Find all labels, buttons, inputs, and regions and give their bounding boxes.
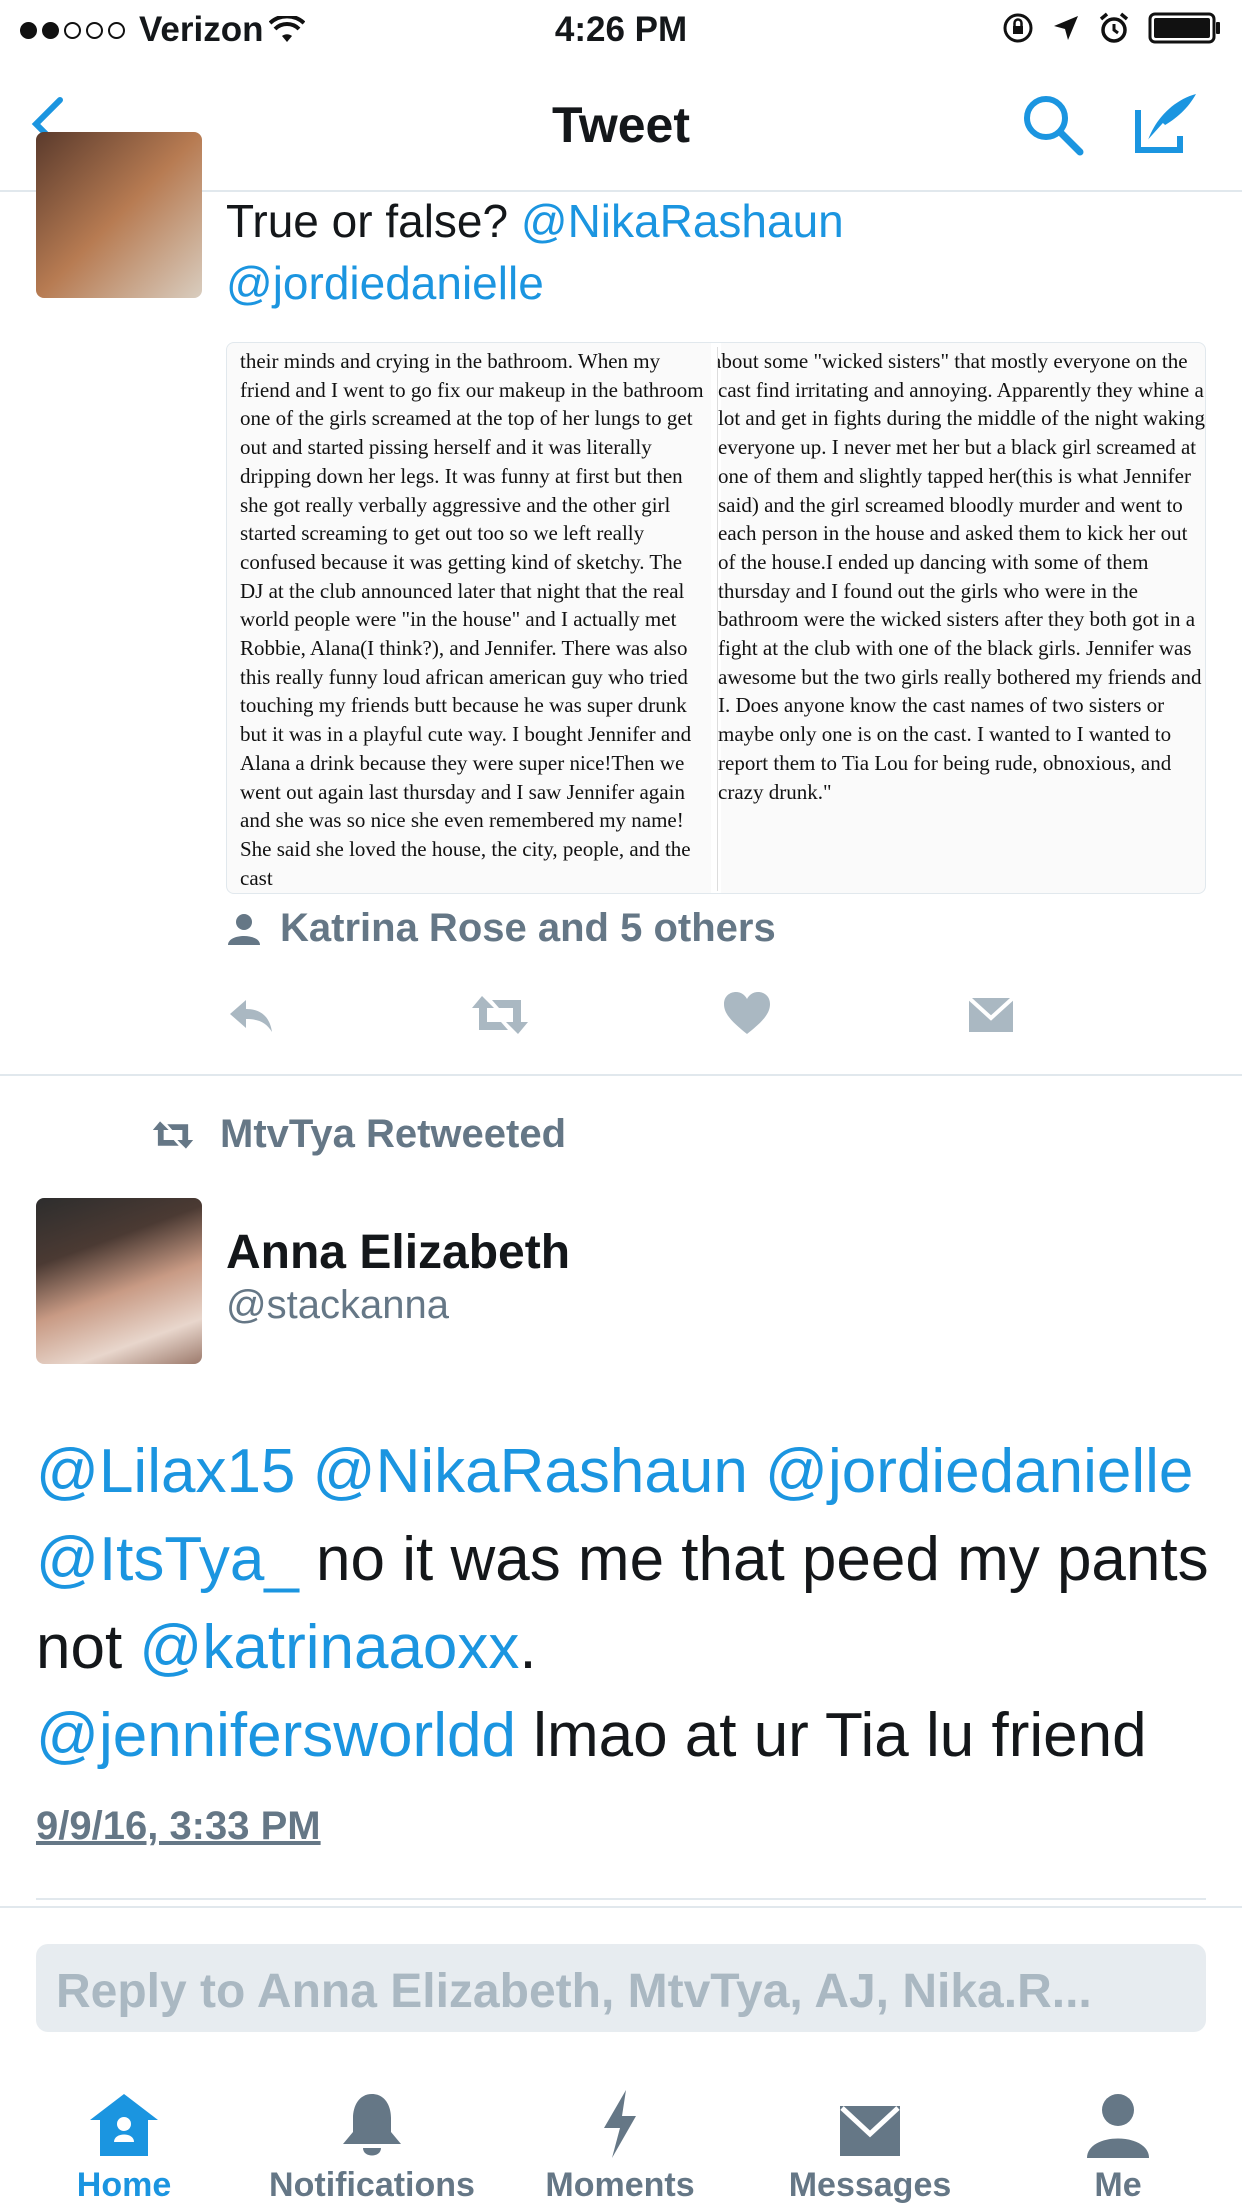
compose-button[interactable] — [1130, 88, 1200, 163]
avatar[interactable] — [36, 1198, 202, 1364]
mention-link[interactable]: @jordiedanielle — [226, 257, 544, 309]
divider — [0, 1906, 1242, 1908]
mention-link[interactable]: @Lilax15 — [36, 1437, 295, 1506]
search-icon — [1024, 96, 1084, 156]
tab-label: Home — [76, 2166, 172, 2204]
heart-icon — [724, 992, 770, 1034]
battery-icon — [1148, 12, 1220, 44]
author-name[interactable]: Anna Elizabeth — [226, 1225, 570, 1280]
tab-bar: Home Notifications Moments Messages Me — [0, 2062, 1242, 2208]
retweeted-label: MtvTya Retweeted — [220, 1112, 567, 1156]
image-text-right: about some "wicked sisters" that mostly … — [717, 347, 1205, 891]
author-handle[interactable]: @stackanna — [226, 1283, 449, 1328]
mention-link[interactable]: @ItsTya_ — [36, 1525, 299, 1594]
like-button[interactable] — [722, 990, 772, 1045]
tweet-timestamp[interactable]: 9/9/16, 3:33 PM — [36, 1804, 321, 1849]
location-icon — [1054, 16, 1078, 40]
likers-row[interactable]: Katrina Rose and 5 others — [226, 906, 776, 951]
home-icon — [90, 2094, 158, 2156]
mention-link[interactable]: @katrinaaoxx — [139, 1613, 519, 1682]
tweet-text-plain: True or false? — [226, 195, 521, 247]
image-text-left: their minds and crying in the bathroom. … — [240, 349, 704, 890]
alarm-icon — [1099, 12, 1129, 43]
reply-icon — [230, 1000, 272, 1032]
status-icons — [1002, 12, 1222, 44]
tab-label: Moments — [545, 2166, 695, 2204]
retweet-button[interactable] — [470, 990, 530, 1045]
tab-home[interactable]: Home — [4, 2084, 244, 2205]
tweet-actions — [226, 990, 1026, 1050]
likers-text: Katrina Rose and 5 others — [280, 906, 776, 950]
bell-icon — [343, 2094, 401, 2156]
reply-button[interactable] — [226, 990, 276, 1045]
person-icon — [228, 913, 260, 945]
tweet-text: @Lilax15 @NikaRashaun @jordiedanielle @I… — [36, 1428, 1216, 1780]
orientation-lock-icon — [1003, 13, 1033, 43]
search-button[interactable] — [1020, 92, 1086, 163]
retweet-icon — [472, 996, 528, 1034]
tweet-text: True or false? @NikaRashaun @jordiedanie… — [226, 190, 1206, 314]
tab-label: Notifications — [269, 2166, 475, 2204]
retweeted-by[interactable]: MtvTya Retweeted — [150, 1112, 566, 1157]
tweet-text-plain: lmao at ur Tia lu friend — [515, 1701, 1147, 1770]
tab-label: Messages — [788, 2166, 952, 2204]
envelope-icon — [840, 2106, 900, 2156]
divider — [0, 1074, 1242, 1076]
envelope-icon — [967, 996, 1015, 1032]
reply-input[interactable]: Reply to Anna Elizabeth, MtvTya, AJ, Nik… — [36, 1944, 1206, 2032]
tab-messages[interactable]: Messages — [750, 2084, 990, 2205]
person-icon — [1087, 2094, 1149, 2158]
direct-message-button[interactable] — [966, 990, 1016, 1045]
tab-label: Me — [1094, 2166, 1142, 2204]
retweet-icon — [152, 1120, 194, 1149]
mention-link[interactable]: @jennifersworldd — [36, 1701, 516, 1770]
tab-moments[interactable]: Moments — [500, 2084, 740, 2205]
mention-link[interactable]: @jordiedanielle — [765, 1437, 1193, 1506]
avatar[interactable] — [36, 132, 202, 298]
lightning-icon — [604, 2090, 636, 2158]
status-bar: Verizon 4:26 PM — [0, 0, 1242, 62]
divider — [36, 1898, 1206, 1900]
mention-link[interactable]: @NikaRashaun — [521, 195, 844, 247]
tab-notifications[interactable]: Notifications — [252, 2084, 492, 2205]
compose-icon — [1135, 94, 1196, 153]
mention-link[interactable]: @NikaRashaun — [313, 1437, 748, 1506]
tweet-image[interactable]: their minds and crying in the bathroom. … — [226, 342, 1206, 894]
tweet-text-plain: . — [519, 1613, 537, 1682]
tab-me[interactable]: Me — [998, 2084, 1238, 2205]
